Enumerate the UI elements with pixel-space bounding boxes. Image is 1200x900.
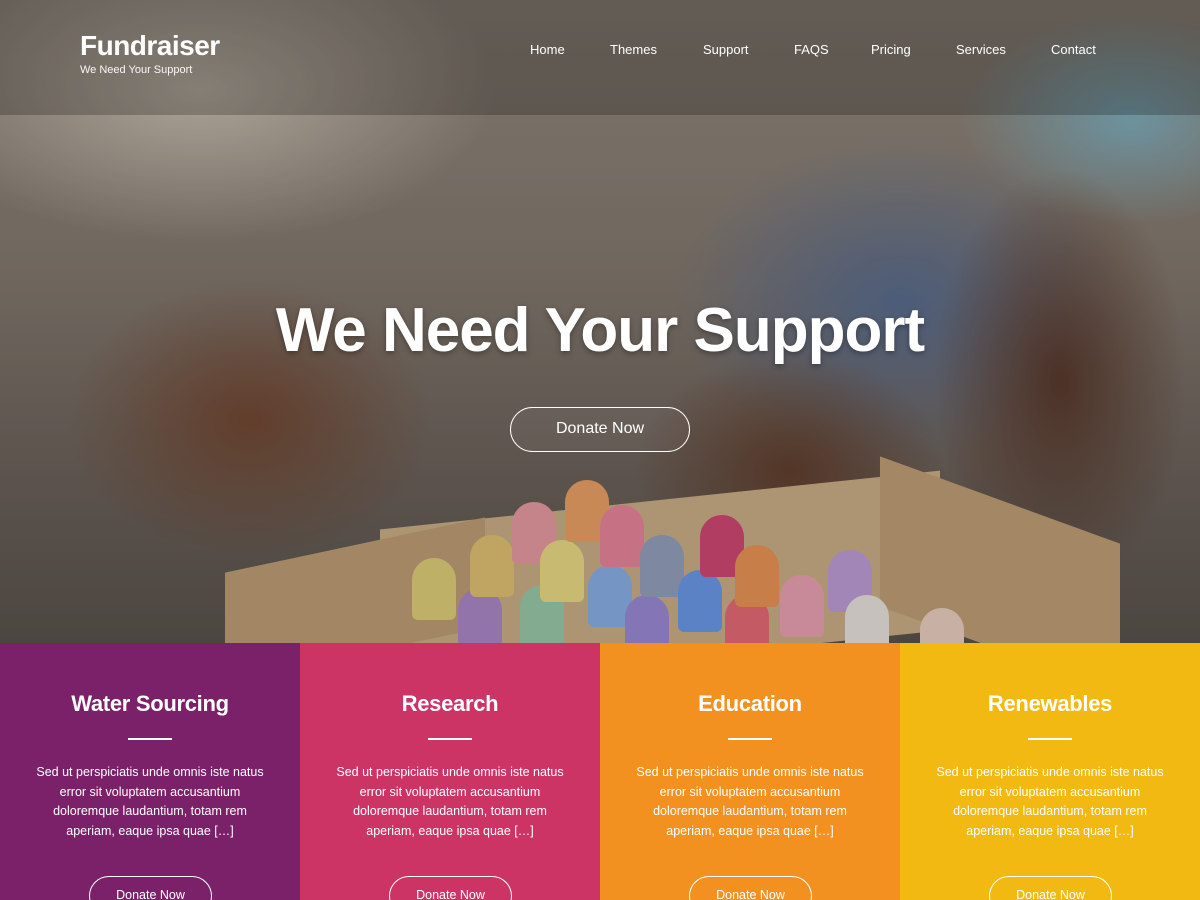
feature-donate-button[interactable]: Donate Now <box>689 876 812 900</box>
site-tagline: We Need Your Support <box>80 64 193 76</box>
header-bar: Fundraiser We Need Your Support Home The… <box>0 0 1200 115</box>
feature-research: Research Sed ut perspiciatis unde omnis … <box>300 643 600 900</box>
feature-divider <box>1028 738 1072 740</box>
nav-item-services[interactable]: Services <box>956 42 1006 57</box>
feature-description: Sed ut perspiciatis unde omnis iste natu… <box>936 765 1164 838</box>
hero-section: Fundraiser We Need Your Support Home The… <box>0 0 1200 643</box>
feature-divider <box>128 738 172 740</box>
nav-item-support[interactable]: Support <box>703 42 749 57</box>
nav-item-contact[interactable]: Contact <box>1051 42 1096 57</box>
hero-title: We Need Your Support <box>275 296 925 365</box>
nav-item-home[interactable]: Home <box>530 42 565 57</box>
site-branding[interactable]: Fundraiser We Need Your Support <box>80 30 220 76</box>
feature-description: Sed ut perspiciatis unde omnis iste natu… <box>636 765 864 838</box>
feature-divider <box>428 738 472 740</box>
feature-title: Renewables <box>987 691 1113 716</box>
nav-item-faqs[interactable]: FAQS <box>794 42 829 57</box>
feature-divider <box>728 738 772 740</box>
feature-description: Sed ut perspiciatis unde omnis iste natu… <box>336 765 564 838</box>
site-title[interactable]: Fundraiser <box>80 30 220 62</box>
features-section: Water Sourcing Sed ut perspiciatis unde … <box>0 643 1200 900</box>
hero-donate-button[interactable]: Donate Now <box>510 407 690 452</box>
nav-item-pricing[interactable]: Pricing <box>871 42 911 57</box>
feature-title: Water Sourcing <box>71 691 229 716</box>
feature-description: Sed ut perspiciatis unde omnis iste natu… <box>36 765 264 838</box>
feature-water-sourcing: Water Sourcing Sed ut perspiciatis unde … <box>0 643 300 900</box>
feature-donate-button[interactable]: Donate Now <box>389 876 512 900</box>
feature-donate-button[interactable]: Donate Now <box>989 876 1112 900</box>
feature-donate-button[interactable]: Donate Now <box>89 876 212 900</box>
feature-title: Education <box>698 691 802 716</box>
feature-renewables: Renewables Sed ut perspiciatis unde omni… <box>900 643 1200 900</box>
feature-title: Research <box>401 691 499 716</box>
nav-item-themes[interactable]: Themes <box>610 42 657 57</box>
feature-education: Education Sed ut perspiciatis unde omnis… <box>600 643 900 900</box>
